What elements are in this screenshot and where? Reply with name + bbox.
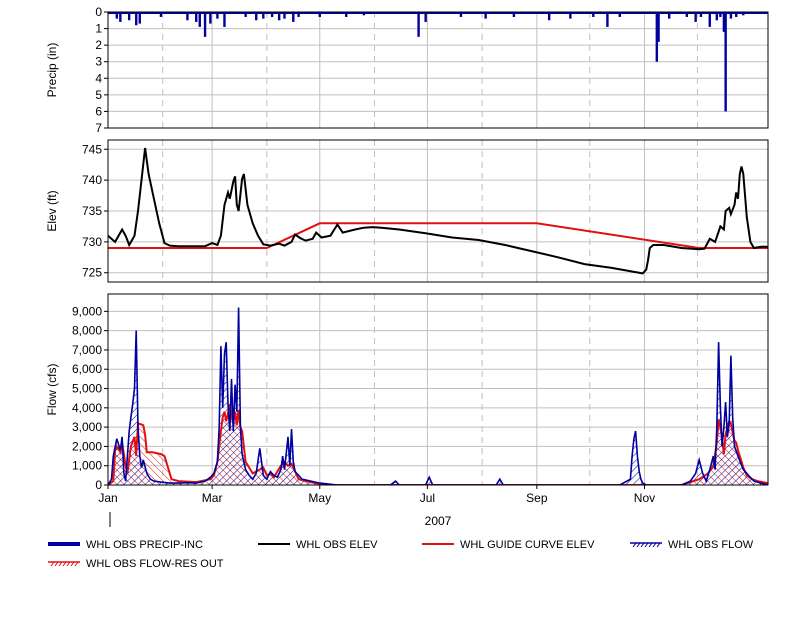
precip-bar bbox=[198, 12, 201, 27]
y-tick-label: 1,000 bbox=[72, 459, 102, 473]
y-tick-label: 9,000 bbox=[72, 304, 102, 318]
y-tick-label: 725 bbox=[82, 266, 102, 280]
precip-bar bbox=[708, 12, 711, 27]
data-layer bbox=[108, 12, 768, 485]
y-tick-label: 5 bbox=[95, 88, 102, 102]
y-tick-label: 4 bbox=[95, 71, 102, 85]
x-tick-label: May bbox=[308, 491, 331, 505]
x-tick-label: Jul bbox=[420, 491, 435, 505]
res-out-line bbox=[108, 403, 768, 485]
legend-item: WHL GUIDE CURVE ELEV bbox=[422, 539, 595, 551]
legend-label: WHL OBS FLOW-RES OUT bbox=[86, 558, 224, 570]
res-out-area bbox=[108, 404, 768, 485]
precip-bar bbox=[417, 12, 420, 37]
y-tick-label: 8,000 bbox=[72, 324, 102, 338]
flow-areas bbox=[108, 307, 768, 485]
legend-item: WHL OBS FLOW bbox=[630, 539, 754, 551]
x-tick-label: Nov bbox=[634, 491, 655, 505]
legend-item: WHL OBS ELEV bbox=[258, 539, 378, 551]
legend-label: WHL OBS FLOW bbox=[668, 539, 754, 551]
legend-item: WHL OBS FLOW-RES OUT bbox=[48, 558, 224, 570]
hydrograph-chart: 0 1 2 3 4 5 6 7 Precip (in) 725 730 735 740 745 Elev (… bbox=[45, 5, 769, 570]
y-tick-label: 7 bbox=[95, 121, 102, 135]
y-tick-label: 2,000 bbox=[72, 439, 102, 453]
x-tick-label: Sep bbox=[526, 491, 548, 505]
y-tick-label: 6 bbox=[95, 104, 102, 118]
precip-bar bbox=[203, 12, 207, 37]
y-tick-label: 740 bbox=[82, 173, 102, 187]
y-tick-label: 0 bbox=[95, 5, 102, 19]
y-tick-label: 0 bbox=[95, 478, 102, 492]
y-tick-label: 6,000 bbox=[72, 362, 102, 376]
obs-flow-line bbox=[108, 307, 768, 485]
y-tick-label: 1 bbox=[95, 22, 102, 36]
precip-bar bbox=[724, 12, 727, 112]
chart-root: 0 1 2 3 4 5 6 7 Precip (in) 725 730 735 740 745 Elev (… bbox=[0, 0, 800, 627]
precip-bar bbox=[606, 12, 609, 27]
y-tick-label: 7,000 bbox=[72, 343, 102, 357]
precip-bar bbox=[657, 12, 660, 42]
x-axis-year-label: 2007 bbox=[425, 514, 452, 528]
y-tick-label: 3 bbox=[95, 55, 102, 69]
y-tick-label: 4,000 bbox=[72, 401, 102, 415]
y-tick-label: 735 bbox=[82, 204, 102, 218]
y-tick-label: 730 bbox=[82, 235, 102, 249]
obs-flow-area bbox=[108, 307, 768, 485]
precip-bar bbox=[223, 12, 226, 27]
x-tick-label: Jan bbox=[98, 491, 117, 505]
y-tick-label: 2 bbox=[95, 38, 102, 52]
y-tick-label: 745 bbox=[82, 142, 102, 156]
y-tick-label: 5,000 bbox=[72, 382, 102, 396]
panel-frame-flow bbox=[107, 293, 769, 486]
frame-layer bbox=[104, 11, 769, 527]
y-axis-label-precip: Precip (in) bbox=[45, 43, 59, 98]
panel-frame-precip bbox=[107, 11, 769, 129]
y-axis-label-elev: Elev (ft) bbox=[45, 190, 59, 231]
legend: WHL OBS PRECIP-INC WHL OBS ELEV WHL GUIDE … bbox=[48, 539, 754, 570]
x-tick-label: Mar bbox=[202, 491, 223, 505]
y-tick-label: 3,000 bbox=[72, 420, 102, 434]
legend-label: WHL OBS PRECIP-INC bbox=[86, 539, 203, 551]
y-axis-label-flow: Flow (cfs) bbox=[45, 364, 59, 416]
legend-item: WHL OBS PRECIP-INC bbox=[48, 539, 203, 551]
legend-label: WHL GUIDE CURVE ELEV bbox=[460, 539, 595, 551]
legend-label: WHL OBS ELEV bbox=[296, 539, 378, 551]
